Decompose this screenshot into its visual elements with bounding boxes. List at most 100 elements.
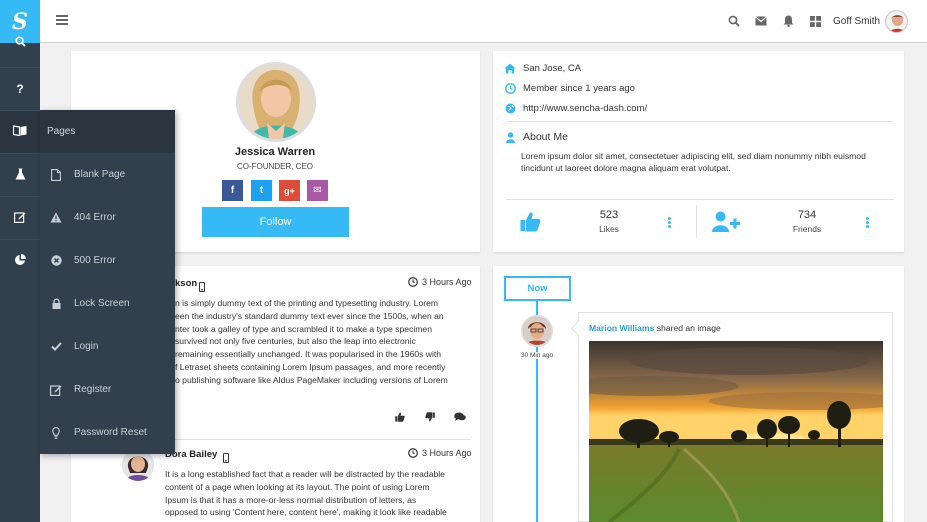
post-author[interactable]: kson — [175, 278, 197, 289]
mail-icon[interactable] — [754, 14, 768, 28]
post-body: It is a long established fact that a rea… — [165, 468, 475, 519]
website-link[interactable]: http://www.sencha-dash.com/ — [523, 103, 647, 114]
menu-item-blank-page[interactable]: Blank Page — [40, 153, 175, 196]
like-post-button[interactable] — [390, 409, 410, 427]
friends-more-icon[interactable] — [866, 217, 869, 228]
thumbs-down-icon — [425, 409, 435, 427]
lock-icon — [50, 298, 62, 310]
menu-item-label: 500 Error — [74, 255, 116, 266]
pages-flyout-menu: Pages Blank Page 404 Error 500 Error Loc… — [40, 110, 175, 454]
profile-name: Jessica Warren — [234, 146, 316, 158]
thumbs-up-icon — [395, 409, 405, 427]
website-row[interactable]: http://www.sencha-dash.com/ — [504, 102, 647, 114]
twitter-button[interactable]: t — [251, 180, 272, 201]
help-icon: ? — [16, 82, 24, 96]
nav-forms[interactable] — [0, 198, 40, 238]
menu-item-label: Blank Page — [74, 169, 126, 180]
timeline-now-badge: Now — [504, 276, 571, 301]
edit-icon — [50, 384, 62, 396]
about-me-title: About Me — [523, 131, 568, 143]
friends-count: 734 — [797, 209, 817, 221]
nav-pages[interactable] — [0, 111, 40, 153]
post-line: o publishing software like Aldus PageMak… — [175, 374, 448, 385]
dislike-post-button[interactable] — [420, 409, 440, 427]
check-icon — [50, 341, 62, 353]
clock-icon — [408, 448, 418, 458]
menu-item-login[interactable]: Login — [40, 325, 175, 368]
user-icon — [506, 131, 515, 143]
timeline-author[interactable]: Marion Williams — [589, 323, 654, 333]
edit-icon — [14, 211, 26, 226]
timeline-action: shared an image — [656, 323, 721, 333]
post-time-text: 3 Hours Ago — [422, 277, 472, 287]
mobile-icon — [223, 450, 229, 468]
post-line: Ipsum is that it has a more-or-less norm… — [165, 494, 417, 505]
menu-toggle-icon[interactable] — [56, 15, 68, 25]
member-since-text: Member since 1 years ago — [523, 82, 635, 94]
timeline-entry-title: Marion Williams shared an image — [589, 323, 721, 333]
search-icon[interactable] — [727, 14, 741, 28]
home-icon — [504, 62, 516, 74]
user-avatar[interactable] — [885, 10, 908, 33]
grid-icon[interactable] — [808, 14, 822, 28]
post-line: f Letraset sheets containing Lorem Ipsum… — [175, 361, 446, 372]
location-text: San Jose, CA — [523, 62, 582, 74]
post-line: opposed to using 'Content here, content … — [165, 507, 447, 518]
globe-icon — [504, 102, 516, 114]
post-time-text: 3 Hours Ago — [422, 448, 472, 458]
follow-button[interactable]: Follow — [202, 207, 349, 237]
clock-icon — [504, 82, 516, 94]
nav-lab[interactable] — [0, 155, 40, 195]
menu-item-500-error[interactable]: 500 Error — [40, 239, 175, 282]
clock-icon — [408, 277, 418, 287]
book-icon — [12, 125, 27, 139]
post-line: content of a page when looking at its la… — [165, 481, 430, 492]
post-line: remaining essentially unchanged. It was … — [175, 349, 442, 360]
likes-more-icon[interactable] — [668, 217, 671, 228]
email-button[interactable]: ✉ — [307, 180, 328, 201]
comments-icon — [454, 409, 466, 427]
menu-item-label: 404 Error — [74, 212, 116, 223]
timeline-avatar — [521, 315, 553, 347]
menu-item-404-error[interactable]: 404 Error — [40, 196, 175, 239]
facebook-button[interactable]: f — [222, 180, 243, 201]
menu-item-label: Lock Screen — [74, 298, 130, 309]
thumbs-up-icon[interactable] — [520, 211, 541, 237]
nav-charts[interactable] — [0, 241, 40, 281]
comment-post-button[interactable] — [450, 409, 470, 427]
menu-item-password-reset[interactable]: Password Reset — [40, 411, 175, 454]
post-body: n is simply dummy text of the printing a… — [175, 297, 475, 387]
top-bar: S Goff Smith — [0, 0, 927, 43]
menu-item-label: Password Reset — [74, 427, 147, 438]
mobile-icon — [199, 279, 205, 297]
post-time: 3 Hours Ago — [408, 448, 472, 458]
menu-item-register[interactable]: Register — [40, 368, 175, 411]
add-friend-icon[interactable] — [712, 211, 740, 237]
warning-icon — [50, 212, 62, 224]
bell-icon[interactable] — [781, 14, 795, 28]
post-time: 3 Hours Ago — [408, 277, 472, 287]
menu-item-label: Login — [74, 341, 99, 352]
about-me-heading: About Me — [506, 131, 568, 143]
pie-chart-icon — [14, 253, 26, 269]
file-icon — [50, 168, 62, 181]
post-line: nter took a galley of type and scrambled… — [175, 323, 432, 334]
shared-image[interactable] — [589, 341, 883, 522]
times-circle-icon — [50, 255, 62, 267]
likes-label: Likes — [599, 224, 619, 234]
friends-label: Friends — [792, 224, 822, 234]
lightbulb-icon — [50, 426, 62, 439]
google-plus-button[interactable]: g+ — [279, 180, 300, 201]
post-line: n is simply dummy text of the printing a… — [175, 298, 439, 308]
menu-item-label: Register — [74, 384, 112, 395]
timeline-time: 30 Min ago — [516, 352, 558, 359]
user-name[interactable]: Goff Smith — [833, 16, 880, 27]
menu-item-lock-screen[interactable]: Lock Screen — [40, 282, 175, 325]
flask-icon — [15, 168, 26, 183]
nav-help[interactable]: ? — [0, 69, 40, 109]
about-me-text: Lorem ipsum dolor sit amet, consectetuer… — [521, 151, 866, 173]
post-line: een the industry's standard dummy text e… — [175, 310, 444, 321]
search-icon — [14, 36, 26, 50]
nav-search[interactable] — [0, 27, 40, 59]
member-row: Member since 1 years ago — [504, 82, 635, 94]
